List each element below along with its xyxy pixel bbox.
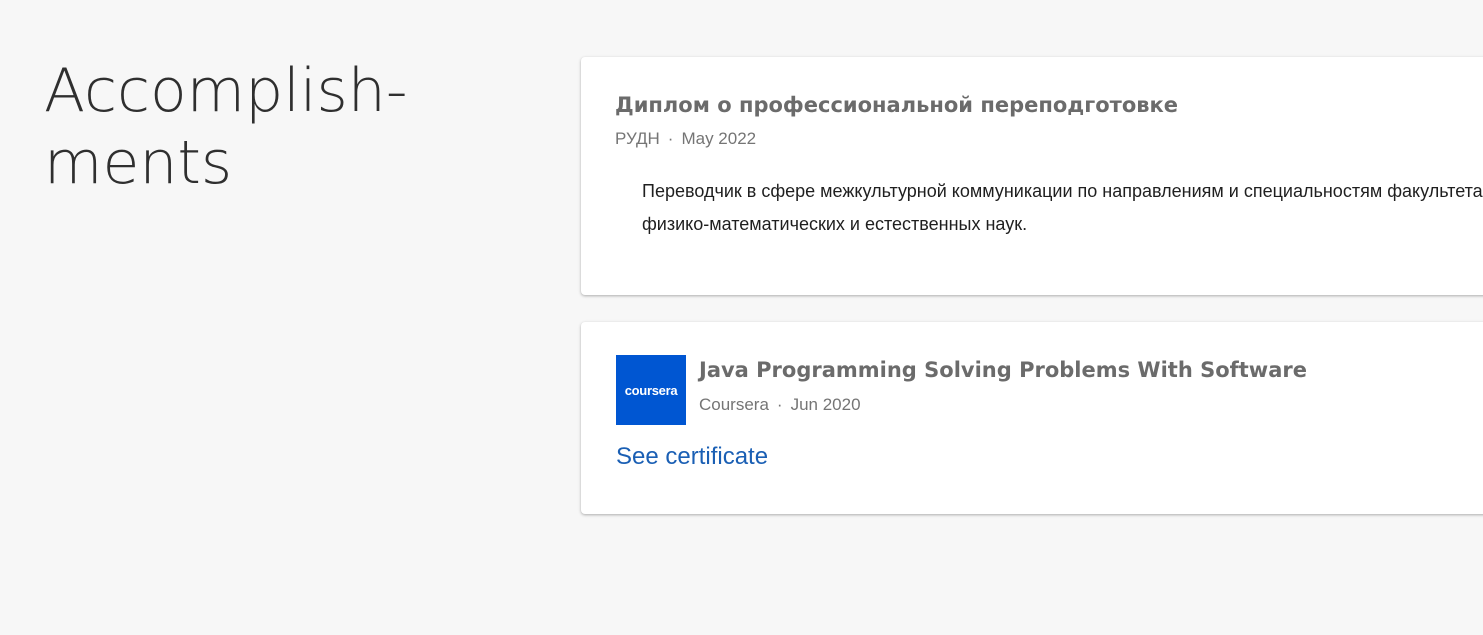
section-title-line-1: Accomplish- <box>44 56 408 126</box>
accomplishment-meta: РУДН · May 2022 <box>615 129 756 149</box>
section-title-line-2: ments <box>44 128 233 198</box>
accomplishment-date: May 2022 <box>681 129 757 148</box>
accomplishment-issuer: РУДН <box>615 129 660 148</box>
meta-separator: · <box>667 129 674 148</box>
section-title: Accomplish- ments <box>44 55 408 199</box>
accomplishment-card-certificate: coursera Java Programming Solving Proble… <box>581 322 1483 514</box>
accomplishment-title: Диплом о профессиональной переподготовке <box>615 93 1179 117</box>
see-certificate-link[interactable]: See certificate <box>616 443 768 471</box>
accomplishment-date: Jun 2020 <box>790 395 861 414</box>
meta-separator: · <box>776 395 783 414</box>
accomplishment-meta: Coursera · Jun 2020 <box>699 395 861 415</box>
accomplishment-issuer: Coursera <box>699 395 769 414</box>
accomplishment-card-diploma: Диплом о профессиональной переподготовке… <box>581 57 1483 295</box>
accomplishment-title: Java Programming Solving Problems With S… <box>699 358 1307 382</box>
coursera-logo: coursera <box>616 355 686 425</box>
accomplishment-description: Переводчик в сфере межкультурной коммуни… <box>642 181 1483 234</box>
